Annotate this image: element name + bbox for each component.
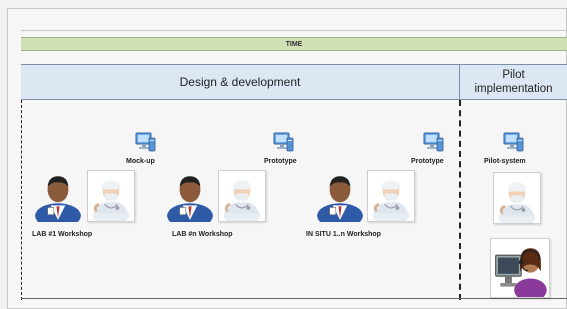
left-dashed-boundary [21,100,22,300]
participant-card [164,170,216,222]
mockup-label: Mock-up [126,158,155,165]
operator-card [490,238,550,298]
prototype-label: Prototype [264,158,297,165]
top-divider [21,30,567,31]
computer-icon [502,131,524,153]
computer-icon [272,131,294,153]
doctor-icon [494,173,540,223]
phase-pilot-line1: Pilot [502,69,525,81]
phase-pilot-implementation: Pilot implementation [459,65,567,99]
participant-card [32,170,84,222]
phase-dashed-separator [459,100,461,300]
computer-icon [134,131,156,153]
participant-card [314,170,366,222]
doctor-icon [88,171,134,221]
call-center-operator-icon [491,239,549,297]
pilot-system-label: Pilot-system [484,158,526,165]
participant-card [493,172,541,224]
doctor-icon [368,171,414,221]
participant-card [87,170,135,222]
phase-pilot-line2: implementation [474,83,553,95]
businessman-icon [164,170,216,222]
computer-icon [422,131,444,153]
doctor-icon [219,171,265,221]
prototype-label: Prototype [411,158,444,165]
workshop-label-labn: LAB #n Workshop [172,231,233,238]
participant-card [367,170,415,222]
bottom-boundary [21,298,567,299]
businessman-icon [314,170,366,222]
phase-design-development: Design & development [179,75,301,89]
participant-card [218,170,266,222]
phase-row: Design & development Pilot implementatio… [21,64,567,100]
time-axis-bar: TIME [21,37,567,51]
workshop-label-lab1: LAB #1 Workshop [32,231,93,238]
workshop-label-insitu: IN SITU 1..n Workshop [306,231,381,238]
businessman-icon [32,170,84,222]
